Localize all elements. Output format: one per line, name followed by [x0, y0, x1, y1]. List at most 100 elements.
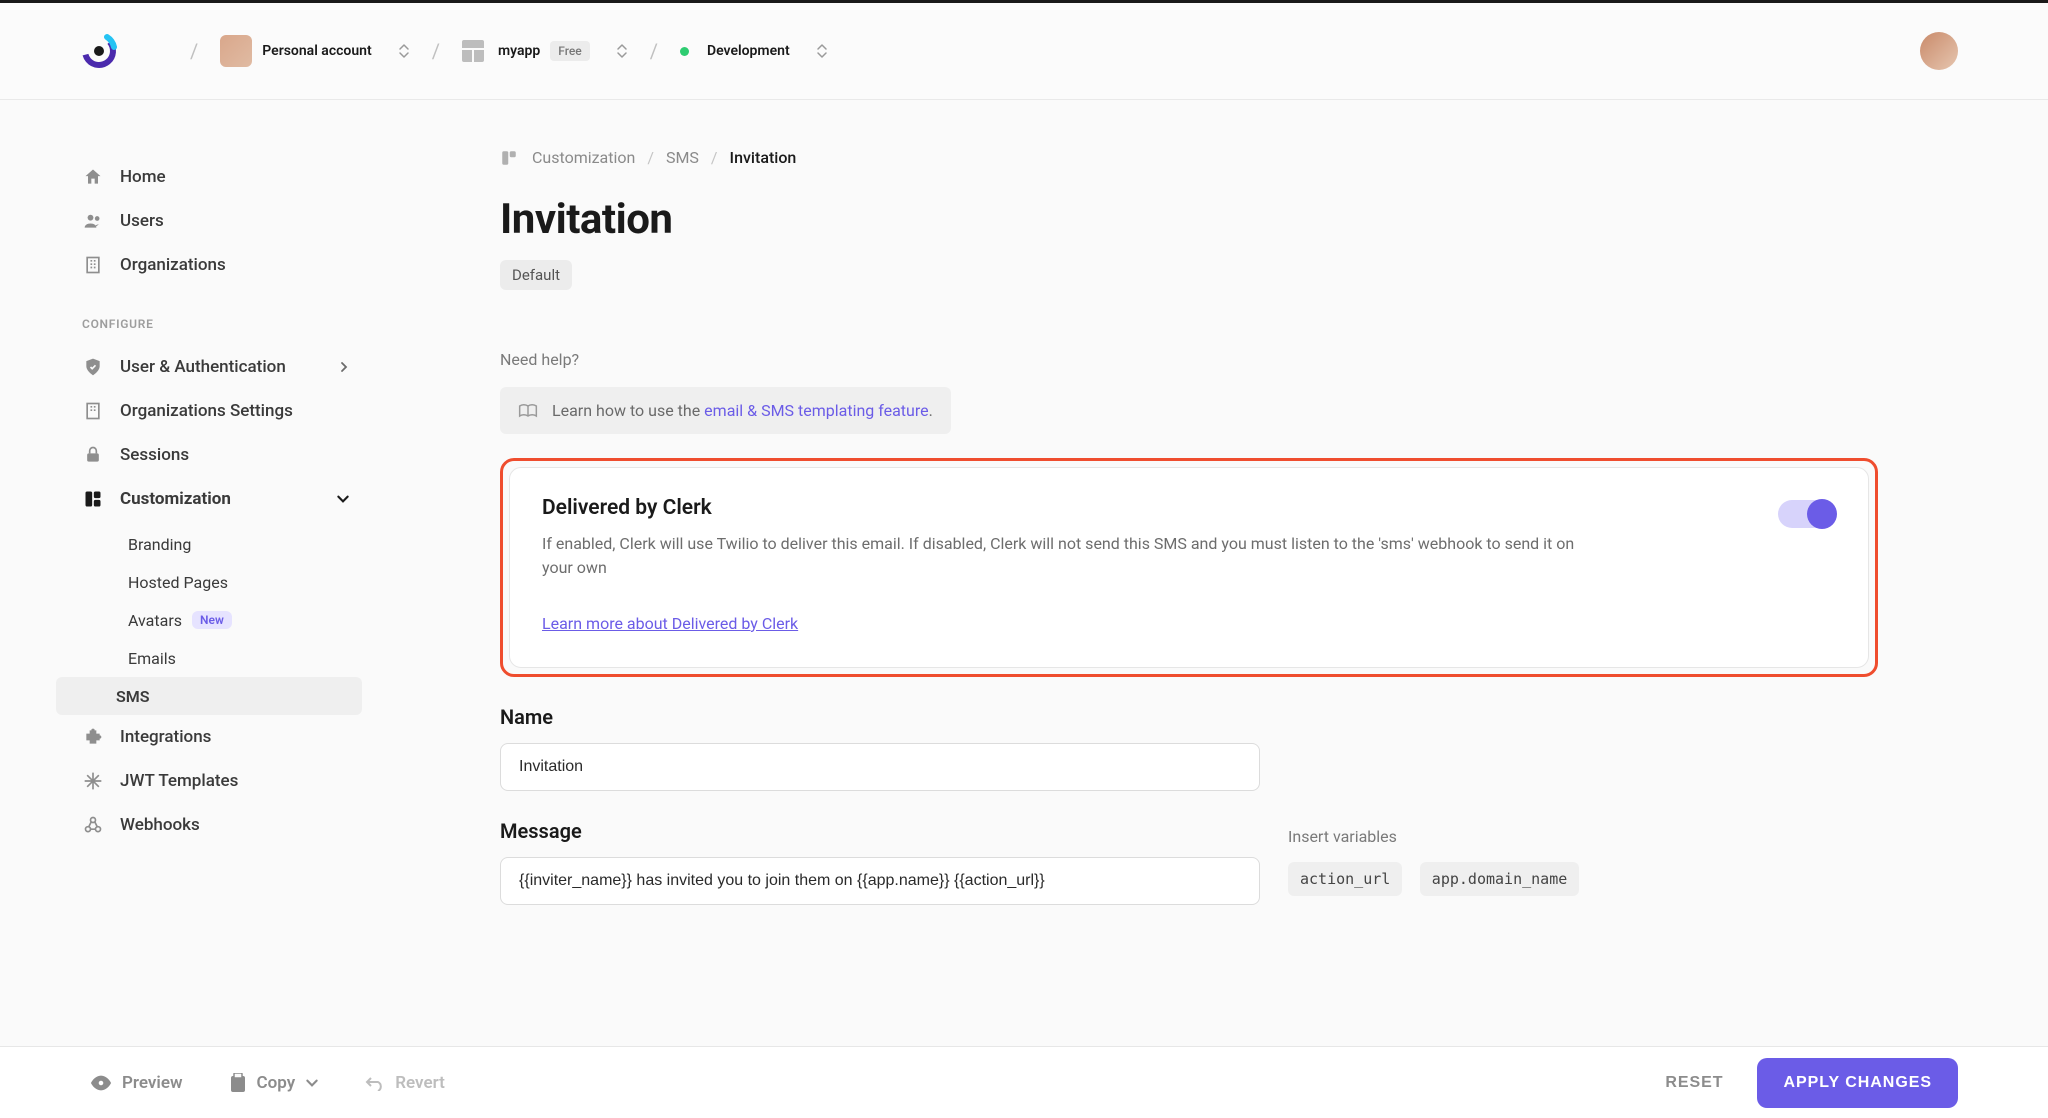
- sidebar-item-label: User & Authentication: [120, 357, 286, 377]
- preview-label: Preview: [122, 1073, 183, 1093]
- home-icon: [82, 167, 104, 187]
- chevron-down-icon: [305, 1076, 319, 1090]
- help-banner: Learn how to use the email & SMS templat…: [500, 387, 951, 434]
- sidebar-item-webhooks[interactable]: Webhooks: [78, 803, 362, 847]
- variable-chips: action_url app.domain_name: [1288, 862, 1878, 896]
- env-label: Development: [707, 43, 790, 59]
- users-icon: [82, 211, 104, 231]
- plan-badge: Free: [550, 41, 589, 61]
- separator-icon: /: [190, 39, 198, 63]
- page-title: Invitation: [500, 195, 1878, 244]
- sidebar-item-label: Users: [120, 211, 164, 231]
- sidebar: Home Users Organizations CONFIGURE User …: [0, 100, 390, 1046]
- palette-icon: [82, 489, 104, 509]
- undo-icon: [365, 1075, 385, 1091]
- variable-chip[interactable]: app.domain_name: [1420, 862, 1579, 896]
- delivered-by-clerk-card: Delivered by Clerk If enabled, Clerk wil…: [500, 458, 1878, 677]
- subnav-item-label: Hosted Pages: [128, 573, 228, 592]
- subnav-item-branding[interactable]: Branding: [116, 525, 362, 563]
- clipboard-icon: [229, 1073, 247, 1093]
- subnav-item-hosted-pages[interactable]: Hosted Pages: [116, 563, 362, 601]
- jwt-icon: [82, 771, 104, 791]
- sidebar-item-label: Webhooks: [120, 815, 200, 835]
- breadcrumb-item[interactable]: SMS: [666, 148, 699, 167]
- sidebar-item-label: Integrations: [120, 727, 211, 747]
- puzzle-icon: [82, 727, 104, 747]
- toggle-knob: [1807, 499, 1837, 529]
- sidebar-section-label: CONFIGURE: [82, 317, 362, 331]
- logo[interactable]: [80, 32, 118, 70]
- env-status-dot: [680, 47, 689, 56]
- lock-icon: [82, 445, 104, 465]
- revert-button[interactable]: Revert: [365, 1073, 445, 1093]
- eye-icon: [90, 1075, 112, 1091]
- apply-changes-button[interactable]: APPLY CHANGES: [1757, 1058, 1958, 1108]
- book-icon: [518, 403, 538, 419]
- app-icon: [462, 40, 484, 62]
- webhook-icon: [82, 815, 104, 835]
- card-description: If enabled, Clerk will use Twilio to del…: [542, 532, 1602, 580]
- separator-icon: /: [432, 39, 440, 63]
- name-label: Name: [500, 705, 1878, 729]
- subnav-item-label: Emails: [128, 649, 176, 668]
- customization-subnav: Branding Hosted Pages Avatars New Emails…: [116, 525, 362, 715]
- delivered-toggle[interactable]: [1778, 500, 1836, 528]
- updown-icon: [398, 42, 410, 60]
- account-avatar: [220, 35, 252, 67]
- subnav-item-emails[interactable]: Emails: [116, 639, 362, 677]
- updown-icon: [616, 42, 628, 60]
- sidebar-item-org-settings[interactable]: Organizations Settings: [78, 389, 362, 433]
- sidebar-item-organizations[interactable]: Organizations: [78, 243, 362, 287]
- breadcrumb-current: Invitation: [730, 148, 797, 167]
- subnav-item-sms[interactable]: SMS: [56, 677, 362, 715]
- message-input[interactable]: [500, 857, 1260, 905]
- name-input[interactable]: [500, 743, 1260, 791]
- reset-button[interactable]: RESET: [1665, 1074, 1723, 1092]
- palette-icon: [500, 149, 520, 167]
- sidebar-item-integrations[interactable]: Integrations: [78, 715, 362, 759]
- separator-icon: /: [650, 39, 658, 63]
- shield-icon: [82, 357, 104, 377]
- learn-more-link[interactable]: Learn more about Delivered by Clerk: [542, 614, 798, 633]
- need-help-label: Need help?: [500, 350, 1878, 369]
- sidebar-item-jwt[interactable]: JWT Templates: [78, 759, 362, 803]
- topbar: / Personal account / myapp Free / Develo…: [0, 0, 2048, 100]
- env-switcher[interactable]: Development: [680, 42, 828, 60]
- subnav-item-label: SMS: [116, 687, 150, 706]
- variable-chip[interactable]: action_url: [1288, 862, 1402, 896]
- breadcrumb: Customization / SMS / Invitation: [500, 148, 1878, 167]
- message-label: Message: [500, 819, 1260, 843]
- subnav-item-label: Branding: [128, 535, 191, 554]
- copy-label: Copy: [257, 1073, 296, 1093]
- sidebar-item-label: Sessions: [120, 445, 189, 465]
- sidebar-item-label: Customization: [120, 489, 231, 509]
- chevron-down-icon: [336, 492, 350, 506]
- building-icon: [82, 401, 104, 421]
- card-title: Delivered by Clerk: [542, 496, 1748, 520]
- subnav-item-avatars[interactable]: Avatars New: [116, 601, 362, 639]
- new-badge: New: [192, 611, 232, 629]
- building-icon: [82, 255, 104, 275]
- breadcrumb-item[interactable]: Customization: [532, 148, 635, 167]
- revert-label: Revert: [395, 1073, 445, 1093]
- preview-button[interactable]: Preview: [90, 1073, 183, 1093]
- main-content: Customization / SMS / Invitation Invitat…: [390, 100, 2048, 1046]
- sidebar-item-label: JWT Templates: [120, 771, 238, 791]
- account-label: Personal account: [262, 43, 371, 59]
- user-avatar[interactable]: [1920, 32, 1958, 70]
- app-switcher[interactable]: myapp Free: [462, 40, 628, 62]
- sidebar-item-sessions[interactable]: Sessions: [78, 433, 362, 477]
- footer-bar: Preview Copy Revert RESET APPLY CHANGES: [0, 1046, 2048, 1118]
- help-text: Learn how to use the email & SMS templat…: [552, 401, 933, 420]
- sidebar-item-user-auth[interactable]: User & Authentication: [78, 345, 362, 389]
- sidebar-item-home[interactable]: Home: [78, 155, 362, 199]
- sidebar-item-users[interactable]: Users: [78, 199, 362, 243]
- help-link[interactable]: email & SMS templating feature: [704, 401, 928, 420]
- account-switcher[interactable]: Personal account: [220, 35, 409, 67]
- subnav-item-label: Avatars: [128, 611, 182, 630]
- sidebar-item-label: Organizations Settings: [120, 401, 293, 421]
- separator-icon: /: [711, 148, 718, 167]
- chevron-right-icon: [338, 361, 350, 373]
- sidebar-item-customization[interactable]: Customization: [78, 477, 362, 521]
- copy-button[interactable]: Copy: [229, 1073, 320, 1093]
